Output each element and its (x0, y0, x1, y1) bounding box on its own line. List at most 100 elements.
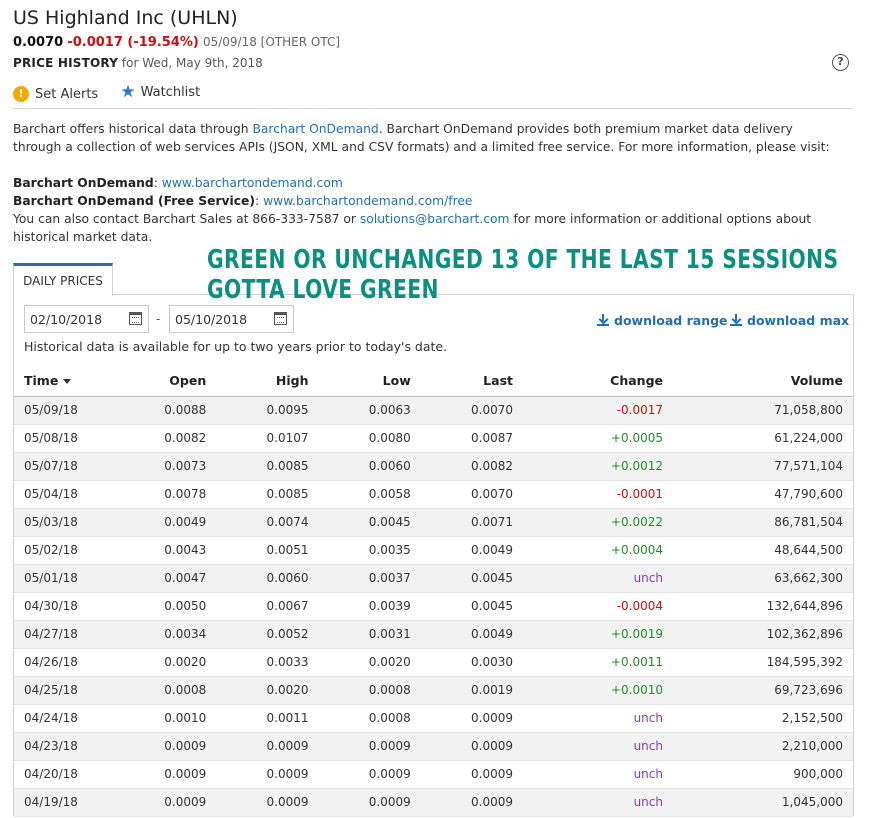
price-history-date: for Wed, May 9th, 2018 (121, 56, 263, 70)
table-row: 05/02/18 0.0043 0.0051 0.0035 0.0049 +0.0004 4… (14, 536, 853, 565)
cell-low: 0.0031 (318, 620, 421, 649)
free-service-label: Barchart OnDemand (Free Service) (13, 194, 256, 208)
info-text: Barchart offers historical data through … (13, 120, 848, 246)
price-change: -0.0017 (-19.54%) (67, 35, 199, 50)
cell-change: +0.0010 (523, 676, 673, 705)
column-header-volume[interactable]: Volume (673, 366, 853, 397)
cell-low: 0.0009 (318, 732, 421, 761)
start-date-input[interactable]: 02/10/2018 (24, 305, 149, 333)
cell-last: 0.0009 (420, 760, 523, 789)
cell-last: 0.0049 (420, 620, 523, 649)
table-row: 04/23/18 0.0009 0.0009 0.0009 0.0009 unch 2,21… (14, 732, 853, 761)
action-bar: ! Set Alerts ★ Watchlist (13, 84, 218, 102)
cell-open: 0.0043 (114, 536, 217, 565)
cell-last: 0.0030 (420, 648, 523, 677)
download-max-button[interactable]: download max (730, 313, 849, 328)
table-row: 04/24/18 0.0010 0.0011 0.0008 0.0009 unch 2,15… (14, 704, 853, 733)
cell-open: 0.0073 (114, 452, 217, 481)
cell-change: unch (523, 788, 673, 817)
cell-change: +0.0012 (523, 452, 673, 481)
cell-high: 0.0074 (216, 508, 319, 537)
cell-volume: 86,781,504 (673, 508, 853, 537)
end-date-value: 05/10/2018 (175, 312, 248, 327)
cell-open: 0.0082 (114, 424, 217, 453)
tab-daily-prices[interactable]: DAILY PRICES (13, 263, 113, 296)
cell-time: 04/25/18 (14, 676, 114, 705)
cell-volume: 2,210,000 (673, 732, 853, 761)
cell-change: unch (523, 732, 673, 761)
contact-email-link[interactable]: solutions@barchart.com (360, 212, 510, 226)
quote-meta: 05/09/18 [OTHER OTC] (202, 35, 341, 49)
end-date-input[interactable]: 05/10/2018 (169, 305, 294, 333)
cell-open: 0.0049 (114, 508, 217, 537)
column-header-last[interactable]: Last (420, 366, 523, 397)
history-note: Historical data is available for up to t… (24, 339, 448, 354)
table-row: 05/03/18 0.0049 0.0074 0.0045 0.0071 +0.0022 8… (14, 508, 853, 537)
star-icon: ★ (120, 82, 136, 102)
cell-open: 0.0009 (114, 760, 217, 789)
ondemand-url-link[interactable]: www.barchartondemand.com (162, 176, 343, 190)
cell-low: 0.0008 (318, 676, 421, 705)
table-row: 04/26/18 0.0020 0.0033 0.0020 0.0030 +0.0011 1… (14, 648, 853, 677)
overlay-annotation: GREEN OR UNCHANGED 13 OF THE LAST 15 SES… (207, 245, 839, 305)
cell-high: 0.0009 (216, 732, 319, 761)
info-text-segment: . Barchart OnDemand provides both premiu… (378, 122, 793, 136)
watchlist-button[interactable]: ★ Watchlist (120, 82, 200, 102)
cell-low: 0.0037 (318, 564, 421, 593)
contact-text: You can also contact Barchart Sales at 8… (13, 212, 360, 226)
price-history-table: Time Open High Low Last Change Volume 05… (14, 366, 853, 817)
cell-low: 0.0020 (318, 648, 421, 677)
cell-open: 0.0050 (114, 592, 217, 621)
free-service-link[interactable]: www.barchartondemand.com/free (263, 194, 472, 208)
ondemand-link[interactable]: Barchart OnDemand (252, 122, 378, 136)
divider (13, 108, 853, 109)
cell-time: 04/23/18 (14, 732, 114, 761)
column-header-change[interactable]: Change (523, 366, 673, 397)
cell-change: -0.0001 (523, 480, 673, 509)
download-icon (730, 314, 742, 326)
cell-volume: 47,790,600 (673, 480, 853, 509)
table-row: 04/27/18 0.0034 0.0052 0.0031 0.0049 +0.0019 1… (14, 620, 853, 649)
cell-change: unch (523, 760, 673, 789)
cell-high: 0.0095 (216, 396, 319, 425)
cell-change: -0.0017 (523, 396, 673, 425)
cell-high: 0.0067 (216, 592, 319, 621)
column-header-time[interactable]: Time (14, 366, 114, 397)
overlay-line-2: GOTTA LOVE GREEN (207, 275, 439, 305)
column-header-low[interactable]: Low (318, 366, 421, 397)
column-header-high[interactable]: High (216, 366, 319, 397)
table-row: 05/09/18 0.0088 0.0095 0.0063 0.0070 -0.0017 7… (14, 396, 853, 425)
price-history-label: PRICE HISTORY (13, 56, 119, 70)
help-icon[interactable]: ? (832, 54, 849, 71)
cell-time: 04/24/18 (14, 704, 114, 733)
table-row: 05/07/18 0.0073 0.0085 0.0060 0.0082 +0.0012 7… (14, 452, 853, 481)
cell-time: 05/07/18 (14, 452, 114, 481)
cell-time: 04/26/18 (14, 648, 114, 677)
cell-low: 0.0080 (318, 424, 421, 453)
cell-volume: 61,224,000 (673, 424, 853, 453)
download-range-button[interactable]: download range (597, 313, 728, 328)
cell-time: 05/09/18 (14, 396, 114, 425)
set-alerts-button[interactable]: ! Set Alerts (13, 86, 98, 102)
cell-last: 0.0009 (420, 704, 523, 733)
cell-volume: 77,571,104 (673, 452, 853, 481)
cell-open: 0.0010 (114, 704, 217, 733)
cell-volume: 2,152,500 (673, 704, 853, 733)
cell-high: 0.0011 (216, 704, 319, 733)
calendar-icon[interactable] (129, 312, 142, 325)
cell-volume: 132,644,896 (673, 592, 853, 621)
cell-last: 0.0049 (420, 536, 523, 565)
info-text-line: through a collection of web services API… (13, 140, 830, 154)
cell-last: 0.0082 (420, 452, 523, 481)
sort-down-icon (63, 379, 72, 385)
cell-last: 0.0045 (420, 592, 523, 621)
cell-change: unch (523, 704, 673, 733)
calendar-icon[interactable] (274, 312, 287, 325)
cell-volume: 900,000 (673, 760, 853, 789)
cell-time: 04/20/18 (14, 760, 114, 789)
column-header-open[interactable]: Open (114, 366, 217, 397)
cell-change: +0.0011 (523, 648, 673, 677)
cell-volume: 63,662,300 (673, 564, 853, 593)
contact-text: for more information or additional optio… (509, 212, 812, 226)
cell-change: +0.0022 (523, 508, 673, 537)
